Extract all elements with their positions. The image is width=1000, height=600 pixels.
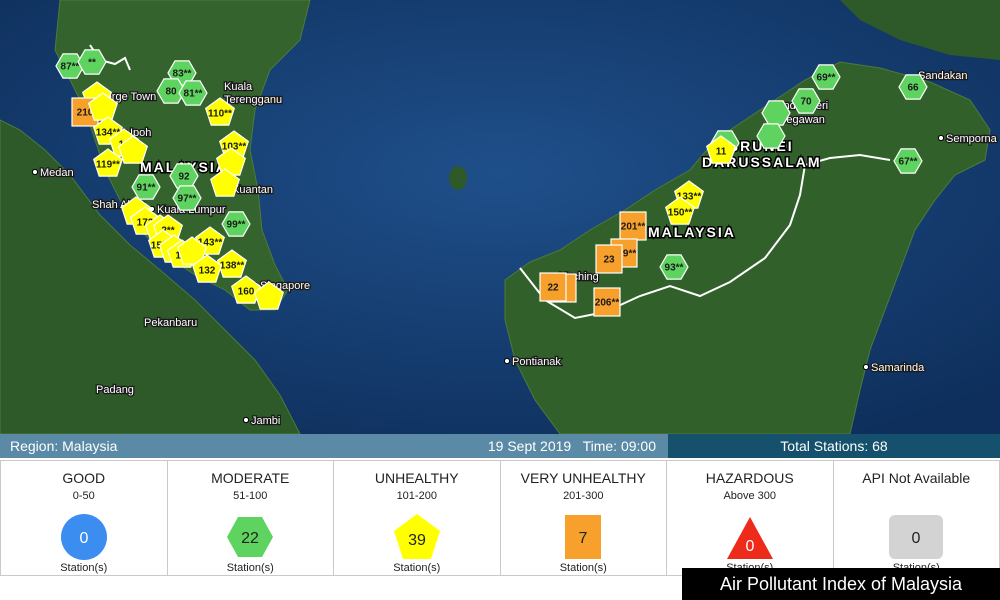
square-icon: 7 xyxy=(565,515,602,559)
circle-icon: 0 xyxy=(60,514,107,560)
legend-unhealthy[interactable]: UNHEALTHY 101-200 39 Station(s) xyxy=(334,460,501,576)
place-label: Terengganu xyxy=(224,94,282,106)
legend-moderate[interactable]: MODERATE 51-100 22 Station(s) xyxy=(167,460,334,576)
station-value: 83** xyxy=(173,69,192,80)
station-value: ** xyxy=(88,58,96,69)
station-value: 69** xyxy=(817,73,836,84)
station-value: 87** xyxy=(61,62,80,73)
place-label: Padang xyxy=(96,384,134,396)
legend-count: 7 xyxy=(579,530,588,547)
legend-title: MODERATE xyxy=(211,470,290,486)
legend: GOOD 0-50 0 Station(s) MODERATE 51-100 2… xyxy=(0,460,1000,576)
region-label: Region: Malaysia xyxy=(10,438,118,454)
place-label: Medan xyxy=(40,167,74,179)
land-islet xyxy=(449,166,467,190)
legend-hazardous[interactable]: HAZARDOUS Above 300 0 Station(s) xyxy=(667,460,834,576)
place-label: Sandakan xyxy=(918,70,968,82)
satellite-map[interactable]: Medan George Town Ipoh Kuala Terengganu Kuant… xyxy=(0,0,1000,434)
legend-title: HAZARDOUS xyxy=(705,470,794,486)
legend-count: 0 xyxy=(79,530,88,547)
station-value: 97** xyxy=(178,194,197,205)
place-label: Kuantan xyxy=(232,184,273,196)
station-marker-very-unhealthy[interactable]: 23 xyxy=(595,244,623,274)
legend-title: API Not Available xyxy=(862,470,971,486)
stations-label: Station(s) xyxy=(559,562,607,574)
station-value: 66 xyxy=(907,83,919,94)
total-stations-bar: Total Stations: 68 xyxy=(668,434,1000,458)
city-dot xyxy=(937,134,945,142)
station-value: 160 xyxy=(238,287,255,298)
legend-range: 101-200 xyxy=(396,490,437,502)
legend-api-not-available[interactable]: API Not Available 0 Station(s) xyxy=(833,460,1000,576)
pentagon-icon: 39 xyxy=(393,514,440,559)
place-label: Samarinda xyxy=(871,362,925,374)
stations-label: Station(s) xyxy=(60,562,108,574)
station-value: 67** xyxy=(899,157,918,168)
station-value: 132 xyxy=(199,266,216,277)
legend-good[interactable]: GOOD 0-50 0 Station(s) xyxy=(0,460,168,576)
station-value: 138** xyxy=(220,261,245,272)
hexagon-icon: 22 xyxy=(227,517,274,557)
legend-range: 0-50 xyxy=(72,490,95,502)
station-value: 80 xyxy=(165,87,177,98)
country-label: MALAYSIA xyxy=(648,224,736,240)
station-marker-very-unhealthy[interactable]: 201** xyxy=(619,211,647,241)
city-dot xyxy=(242,416,250,424)
station-value: 150** xyxy=(668,208,693,219)
caption-text: Air Pollutant Index of Malaysia xyxy=(719,573,963,594)
region-bar: Region: Malaysia 19 Sept 2019 Time: 09:0… xyxy=(0,434,668,458)
map-canvas: MedanGeorge TownIpohKualaTerengganuKuant… xyxy=(0,0,1000,434)
station-value: 93** xyxy=(665,263,684,274)
total-stations-label: Total Stations: 68 xyxy=(780,438,888,454)
city-dot xyxy=(503,357,511,365)
legend-count: 0 xyxy=(745,538,754,555)
city-dot xyxy=(31,168,39,176)
station-value: 91** xyxy=(137,183,156,194)
rounded-square-icon: 0 xyxy=(889,515,944,559)
station-value: 92 xyxy=(178,172,190,183)
place-label: Jambi xyxy=(251,415,280,427)
place-label: Pontianak xyxy=(512,356,561,368)
station-value: 22 xyxy=(547,283,559,294)
station-value: 11 xyxy=(716,147,727,158)
place-label: Semporna xyxy=(946,133,998,145)
station-value: 70 xyxy=(800,97,812,108)
station-value: 23 xyxy=(603,255,615,266)
info-bar: Region: Malaysia 19 Sept 2019 Time: 09:0… xyxy=(0,434,1000,458)
stations-label: Station(s) xyxy=(393,562,441,574)
legend-range: 201-300 xyxy=(563,490,604,502)
legend-range: Above 300 xyxy=(723,490,777,502)
station-value: 206** xyxy=(595,298,620,309)
station-value: 110** xyxy=(208,109,232,120)
legend-count: 0 xyxy=(912,530,921,547)
place-label: Kuala xyxy=(224,81,253,93)
station-marker-very-unhealthy[interactable]: 206** xyxy=(593,287,621,317)
station-value: 119** xyxy=(96,160,120,171)
station-marker-very-unhealthy[interactable]: 22 xyxy=(539,272,567,302)
legend-count: 39 xyxy=(408,532,426,549)
station-value: 81** xyxy=(184,89,203,100)
place-label: Pekanbaru xyxy=(144,317,197,329)
date-time-label: 19 Sept 2019 Time: 09:00 xyxy=(487,438,656,454)
legend-title: GOOD xyxy=(62,470,106,486)
station-value: 99** xyxy=(227,220,246,231)
legend-very-unhealthy[interactable]: VERY UNHEALTHY 201-300 7 Station(s) xyxy=(500,460,667,576)
triangle-icon: 0 xyxy=(726,517,773,559)
legend-title: VERY UNHEALTHY xyxy=(520,470,646,486)
station-value: 201** xyxy=(621,222,646,233)
legend-title: UNHEALTHY xyxy=(374,470,459,486)
caption: Air Pollutant Index of Malaysia xyxy=(682,568,1000,600)
legend-range: 51-100 xyxy=(233,490,268,502)
stations-label: Station(s) xyxy=(226,562,274,574)
legend-count: 22 xyxy=(241,530,259,547)
city-dot xyxy=(862,363,870,371)
